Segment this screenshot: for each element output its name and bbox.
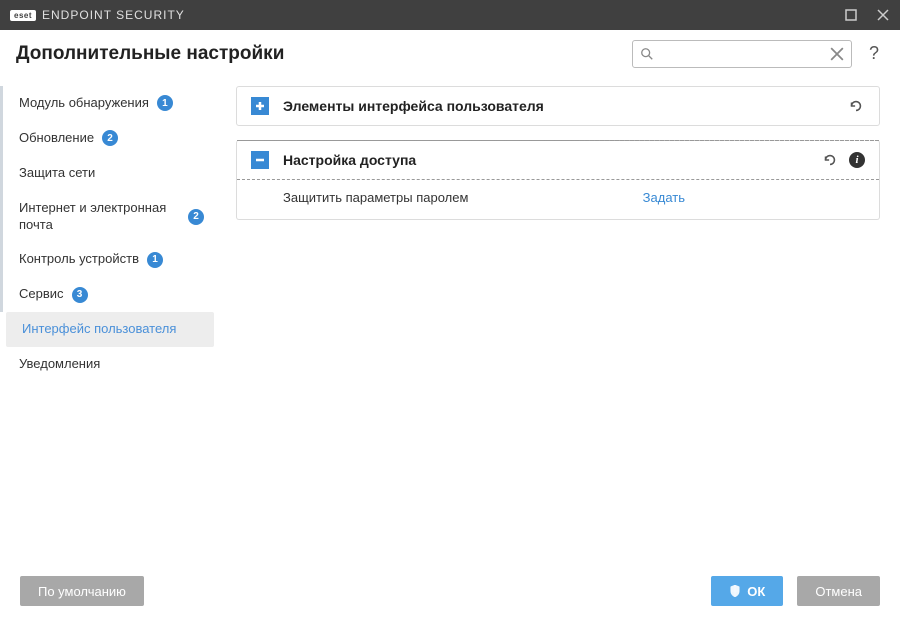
shield-icon [729, 585, 741, 597]
sidebar-badge: 1 [147, 252, 163, 268]
section-title: Элементы интерфейса пользователя [283, 98, 544, 114]
sidebar-item-5[interactable]: Сервис 3 [0, 277, 220, 312]
section-1: Настройка доступа i Защитить параметры пар… [236, 140, 880, 220]
product-name: ENDPOINT SECURITY [42, 8, 185, 22]
section-header[interactable]: Элементы интерфейса пользователя [237, 87, 879, 125]
setting-row: Защитить параметры паролем Задать [283, 190, 865, 205]
sidebar-item-label: Модуль обнаружения [19, 95, 149, 112]
undo-icon[interactable] [821, 151, 839, 169]
search-input[interactable] [632, 40, 852, 68]
sidebar-item-label: Сервис [19, 286, 64, 303]
sidebar-item-label: Уведомления [19, 356, 100, 373]
sidebar: Модуль обнаружения 1 Обновление 2 Защита сет… [0, 78, 220, 562]
section-header[interactable]: Настройка доступа i [237, 140, 879, 180]
collapse-icon[interactable] [251, 151, 269, 169]
sidebar-item-label: Интернет и электронная почта [19, 200, 180, 234]
section-title: Настройка доступа [283, 152, 416, 168]
cancel-button[interactable]: Отмена [797, 576, 880, 606]
sidebar-item-4[interactable]: Контроль устройств 1 [0, 242, 220, 277]
sidebar-item-1[interactable]: Обновление 2 [0, 121, 220, 156]
setting-action-link[interactable]: Задать [643, 190, 685, 205]
sidebar-item-6[interactable]: Интерфейс пользователя [6, 312, 214, 347]
info-icon[interactable]: i [849, 152, 865, 168]
brand-logo: eset [10, 10, 36, 21]
search-icon [640, 47, 654, 61]
page-title: Дополнительные настройки [16, 43, 284, 65]
default-button[interactable]: По умолчанию [20, 576, 144, 606]
clear-search-icon[interactable] [830, 47, 844, 61]
sidebar-item-2[interactable]: Защита сети [0, 156, 220, 191]
window-close-button[interactable] [876, 8, 890, 22]
sidebar-badge: 1 [157, 95, 173, 111]
ok-button[interactable]: ОК [711, 576, 783, 606]
footer: По умолчанию ОК Отмена [0, 562, 900, 620]
sidebar-badge: 2 [188, 209, 204, 225]
sidebar-item-label: Защита сети [19, 165, 95, 182]
help-button[interactable]: ? [864, 43, 884, 64]
sidebar-item-3[interactable]: Интернет и электронная почта 2 [0, 191, 220, 243]
sidebar-item-0[interactable]: Модуль обнаружения 1 [0, 86, 220, 121]
sidebar-item-label: Контроль устройств [19, 251, 139, 268]
sidebar-badge: 2 [102, 130, 118, 146]
sidebar-badge: 3 [72, 287, 88, 303]
ok-button-label: ОК [747, 584, 765, 599]
undo-icon[interactable] [847, 97, 865, 115]
sidebar-item-label: Интерфейс пользователя [22, 321, 176, 338]
titlebar: eset ENDPOINT SECURITY [0, 0, 900, 30]
section-body: Защитить параметры паролем Задать [237, 180, 879, 219]
search-container [632, 40, 852, 68]
expand-icon[interactable] [251, 97, 269, 115]
section-0: Элементы интерфейса пользователя [236, 86, 880, 126]
content-area: Элементы интерфейса пользователя Настройк… [220, 78, 900, 562]
header: Дополнительные настройки ? [0, 30, 900, 78]
sidebar-item-label: Обновление [19, 130, 94, 147]
setting-label: Защитить параметры паролем [283, 190, 468, 205]
sidebar-item-7[interactable]: Уведомления [0, 347, 220, 382]
window-maximize-button[interactable] [844, 8, 858, 22]
